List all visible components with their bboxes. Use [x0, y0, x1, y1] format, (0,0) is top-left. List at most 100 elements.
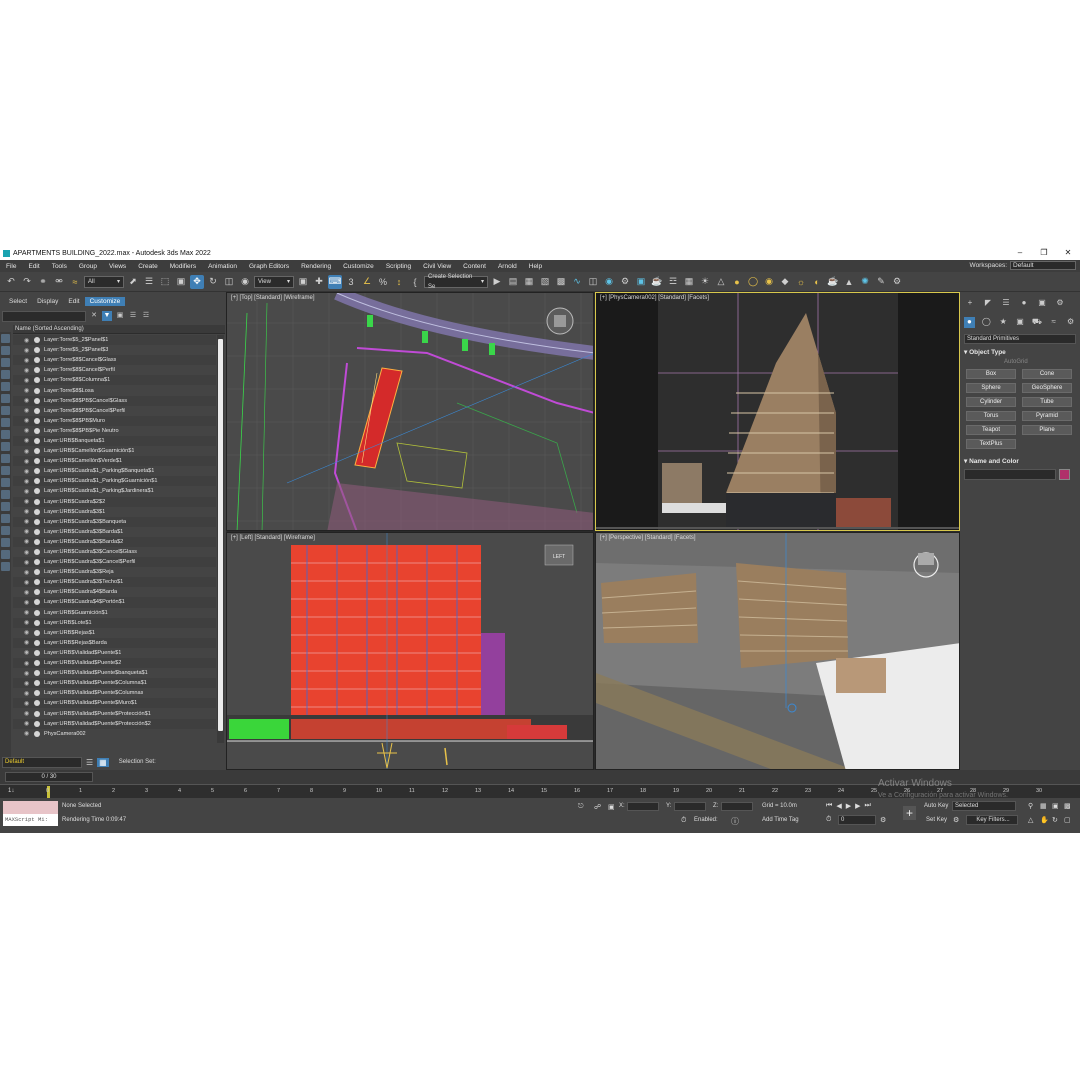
- freeze-toggle-icon[interactable]: [34, 498, 40, 505]
- sphere-button[interactable]: Sphere: [966, 383, 1016, 393]
- go-to-start-icon[interactable]: ⏮: [826, 802, 832, 810]
- modify-tab-icon[interactable]: ◤: [982, 298, 994, 309]
- zoom-icon[interactable]: ⚲: [1028, 802, 1033, 810]
- helpers-category-icon[interactable]: ⛟: [1031, 317, 1042, 328]
- keyboard-shortcut-override-icon[interactable]: ⌨: [328, 274, 342, 289]
- menu-civil-view[interactable]: Civil View: [417, 263, 457, 270]
- filter-icon[interactable]: ▼: [102, 311, 112, 321]
- mirror-icon[interactable]: ▶: [490, 275, 504, 289]
- visibility-eye-icon[interactable]: ◉: [24, 417, 32, 424]
- cameras-filter-icon[interactable]: [1, 370, 10, 379]
- visibility-eye-icon[interactable]: ◉: [24, 478, 32, 485]
- containers-filter-icon[interactable]: [1, 442, 10, 451]
- hierarchy-tab-icon[interactable]: ☰: [1000, 298, 1012, 309]
- viewport-camera[interactable]: [+] [PhysCamera002] [Standard] [Facets]: [595, 292, 960, 531]
- freeze-toggle-icon[interactable]: [34, 518, 40, 525]
- enabled-toggle-icon[interactable]: ⓘ: [731, 816, 739, 827]
- list-item[interactable]: ◉ Layer:Torre$8$PB$Muro: [13, 415, 216, 426]
- list-item[interactable]: ◉ PhysCamera002: [13, 729, 216, 739]
- arnold-cylinder-icon[interactable]: ◯: [746, 275, 760, 289]
- toggle-ribbon-icon[interactable]: ▩: [554, 275, 568, 289]
- pivot-icon[interactable]: ▣: [296, 275, 310, 289]
- list-item[interactable]: ◉ Layer:URB$Vialidad$Puente$2: [13, 658, 216, 669]
- cameras-category-icon[interactable]: ▣: [1015, 317, 1026, 328]
- freeze-toggle-icon[interactable]: [34, 730, 40, 737]
- menu-views[interactable]: Views: [103, 263, 132, 270]
- list-item[interactable]: ◉ Layer:URB$Guarnición$1: [13, 608, 216, 618]
- list-item[interactable]: ◉ Layer:URB$Cuadra$3$Cancel$Perfil: [13, 557, 216, 568]
- list-item[interactable]: ◉ Layer:URB$Vialidad$Puente$banqueta$1: [13, 668, 216, 678]
- list-item[interactable]: ◉ Layer:Torre$5_2$Panel$1: [13, 335, 216, 346]
- list-item[interactable]: ◉ Layer:Torre$8$Losa: [13, 385, 216, 395]
- visibility-eye-icon[interactable]: ◉: [24, 629, 32, 636]
- clear-search-icon[interactable]: ✕: [89, 311, 99, 321]
- visibility-eye-icon[interactable]: ◉: [24, 710, 32, 717]
- visibility-eye-icon[interactable]: ◉: [24, 649, 32, 656]
- visibility-eye-icon[interactable]: ◉: [24, 690, 32, 697]
- none-filter-icon[interactable]: [1, 490, 10, 499]
- undo-icon[interactable]: ↶: [4, 275, 18, 289]
- list-item[interactable]: ◉ Layer:URB$Cuadra$4$Portón$1: [13, 597, 216, 608]
- layer-stack-icon[interactable]: ☰: [86, 758, 93, 767]
- find-filter-icon[interactable]: [1, 514, 10, 523]
- freeze-toggle-icon[interactable]: [34, 579, 40, 586]
- visibility-eye-icon[interactable]: ◉: [24, 609, 32, 616]
- arnold-skydome-icon[interactable]: ◐: [810, 275, 824, 289]
- list-item[interactable]: ◉ Layer:URB$Vialidad$Puente$Columnas: [13, 688, 216, 698]
- orbit-icon[interactable]: ↻: [1052, 816, 1058, 824]
- visibility-eye-icon[interactable]: ◉: [24, 448, 32, 455]
- rect-selection-icon[interactable]: ⬚: [158, 275, 172, 289]
- hidden-filter-icon[interactable]: [1, 466, 10, 475]
- selection-filter-dropdown[interactable]: All ▾: [84, 275, 124, 288]
- systems-category-icon[interactable]: ⚙: [1065, 317, 1076, 328]
- field-of-view-icon[interactable]: △: [1028, 816, 1033, 824]
- viewport-perspective-label[interactable]: [+] [Perspective] [Standard] [Facets]: [600, 535, 696, 541]
- close-icon[interactable]: ✕: [1056, 246, 1080, 260]
- motion-tab-icon[interactable]: ●: [1018, 298, 1030, 309]
- toggle-layer-explorer-icon[interactable]: ▧: [538, 275, 552, 289]
- freeze-toggle-icon[interactable]: [34, 377, 40, 384]
- viewport-perspective[interactable]: [+] [Perspective] [Standard] [Facets]: [595, 532, 960, 770]
- pan-icon[interactable]: ✋: [1040, 816, 1049, 824]
- isolate-icon[interactable]: ⎋: [578, 803, 584, 811]
- list-item[interactable]: ◉ Layer:URB$Banqueta$1: [13, 435, 216, 447]
- redo-icon[interactable]: ↷: [20, 275, 34, 289]
- bones-filter-icon[interactable]: [1, 430, 10, 439]
- options-filter-icon[interactable]: [1, 526, 10, 535]
- frozen-filter-icon[interactable]: [1, 454, 10, 463]
- freeze-toggle-icon[interactable]: [34, 357, 40, 364]
- list-item[interactable]: ◉ Layer:Torre$8$PB$Cancel$Perfil: [13, 406, 216, 416]
- window-crossing-icon[interactable]: ▣: [174, 275, 188, 289]
- autogrid-checkbox[interactable]: AutoGrid: [1004, 359, 1080, 365]
- menu-content[interactable]: Content: [457, 263, 492, 270]
- visibility-eye-icon[interactable]: ◉: [24, 579, 32, 586]
- freeze-toggle-icon[interactable]: [34, 337, 40, 344]
- select-by-name-icon[interactable]: ☰: [142, 275, 156, 289]
- minimize-icon[interactable]: –: [1008, 246, 1032, 260]
- workspaces-dropdown[interactable]: Default: [1010, 261, 1076, 270]
- visibility-eye-icon[interactable]: ◉: [24, 488, 32, 495]
- current-frame-field[interactable]: 0: [838, 815, 876, 825]
- key-filters-button[interactable]: Key Filters...: [966, 815, 1018, 825]
- tab-display[interactable]: Display: [32, 297, 63, 306]
- list-item[interactable]: ◉ Layer:URB$Vialidad$Puente$Columna$1: [13, 678, 216, 689]
- invert-filter-icon[interactable]: [1, 502, 10, 511]
- menu-graph-editors[interactable]: Graph Editors: [243, 263, 295, 270]
- helpers-filter-icon[interactable]: [1, 382, 10, 391]
- maxscript-output[interactable]: [3, 801, 58, 814]
- menu-edit[interactable]: Edit: [22, 263, 45, 270]
- display-tab-icon[interactable]: ▣: [1036, 298, 1048, 309]
- schematic-view-icon[interactable]: ◫: [586, 275, 600, 289]
- visibility-eye-icon[interactable]: ◉: [24, 347, 32, 354]
- set-key-button[interactable]: Set Key: [926, 817, 947, 823]
- zoom-extents-icon[interactable]: ▣: [1052, 802, 1059, 810]
- freeze-toggle-icon[interactable]: [34, 660, 40, 667]
- freeze-toggle-icon[interactable]: [34, 639, 40, 646]
- list-item[interactable]: ◉ Layer:Torre$5_2$Panel$3: [13, 345, 216, 355]
- menu-group[interactable]: Group: [73, 263, 103, 270]
- list-item[interactable]: ◉ Layer:URB$Camellón$Verde$1: [13, 456, 216, 467]
- cone-button[interactable]: Cone: [1022, 369, 1072, 379]
- render-iterative-icon[interactable]: ☲: [666, 275, 680, 289]
- maxscript-listener[interactable]: MAXScript Mi:: [3, 801, 58, 827]
- object-color-swatch[interactable]: [1059, 469, 1070, 480]
